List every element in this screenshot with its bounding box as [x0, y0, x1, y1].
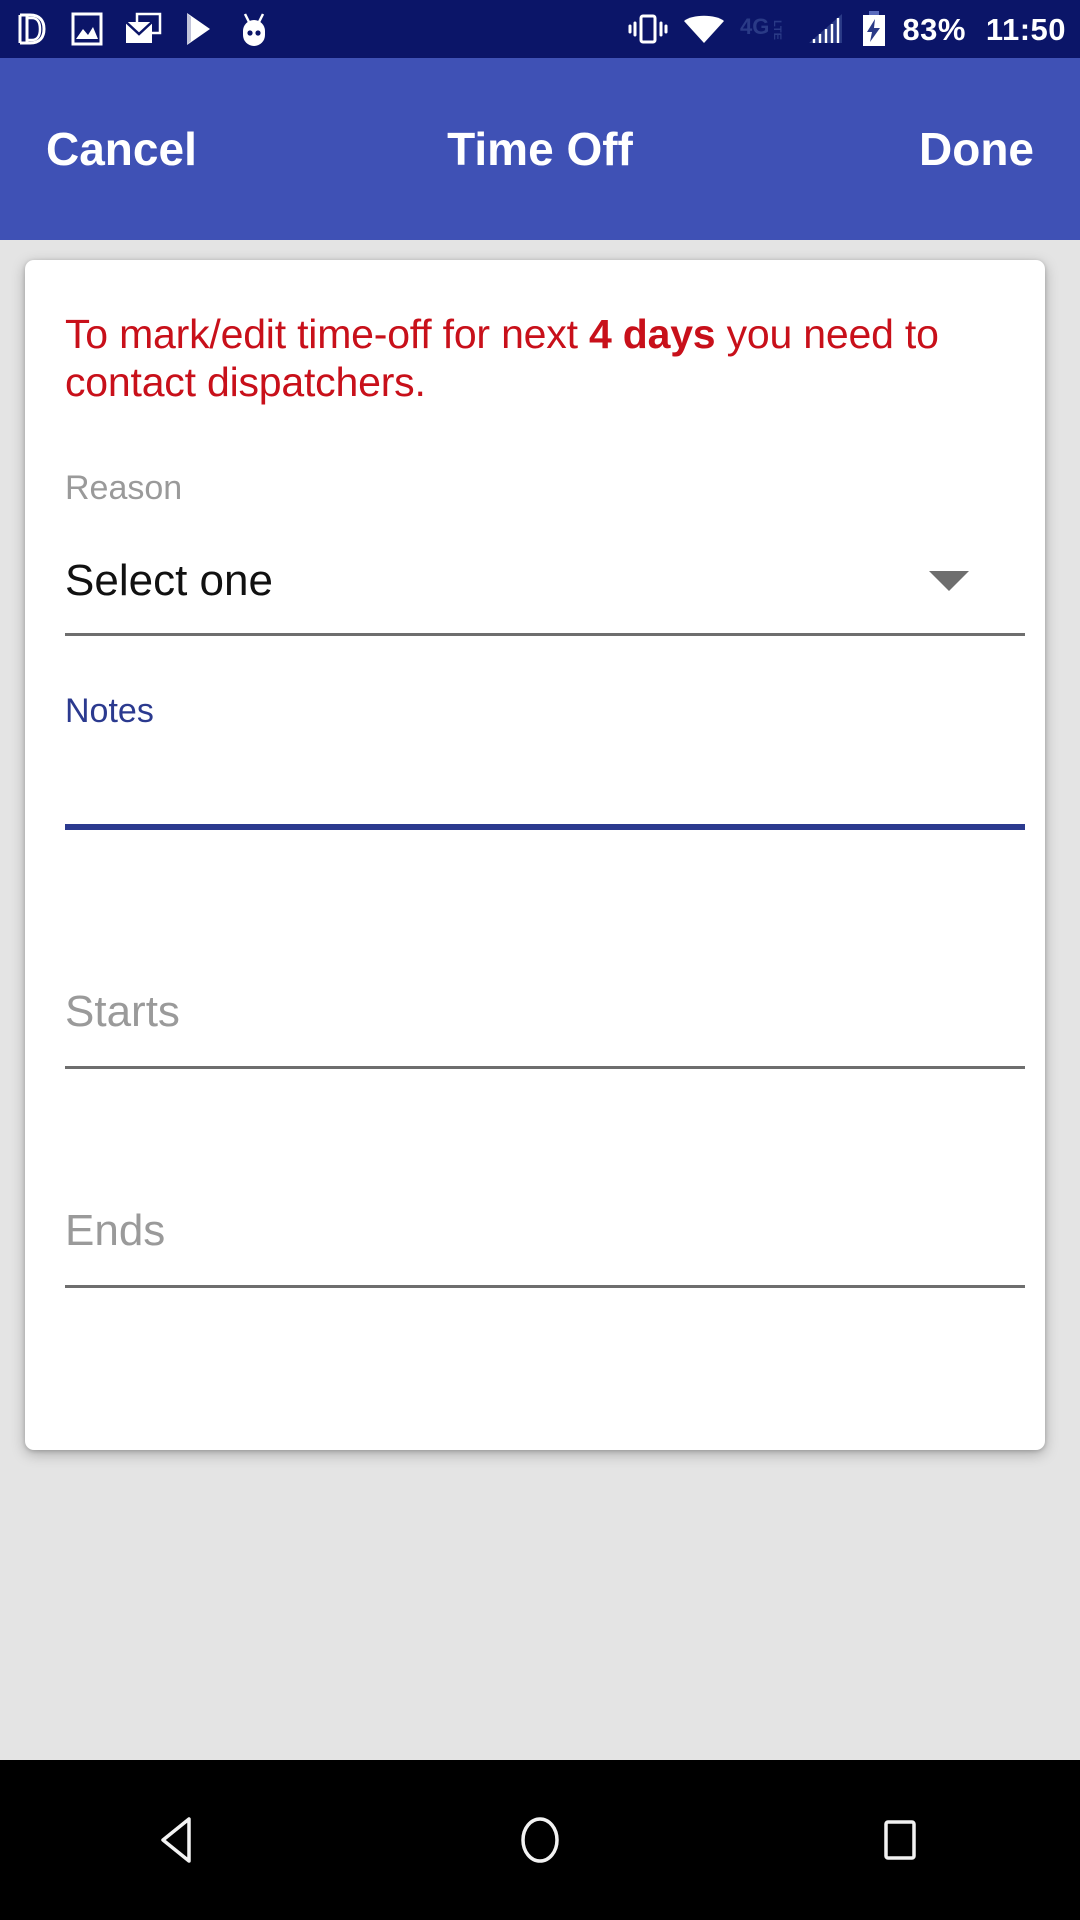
mail-icon	[124, 12, 162, 46]
ends-placeholder[interactable]: Ends	[65, 1208, 1005, 1253]
cancel-button[interactable]: Cancel	[46, 126, 197, 172]
warning-prefix: To mark/edit time-off for next	[65, 311, 589, 357]
svg-text:4G: 4G	[740, 14, 769, 39]
dd-logo-icon	[14, 11, 50, 47]
clock-label: 11:50	[985, 11, 1066, 47]
vibrate-icon	[628, 12, 668, 46]
battery-charging-icon	[860, 10, 888, 48]
app-bar: Cancel Time Off Done	[0, 58, 1080, 240]
notes-field[interactable]: Notes	[65, 691, 1025, 830]
reason-label: Reason	[65, 468, 183, 507]
network-4glte-icon: 4G LTE	[740, 12, 792, 46]
android-face-icon	[236, 10, 272, 48]
back-triangle-icon	[161, 1817, 191, 1863]
starts-placeholder[interactable]: Starts	[65, 989, 1005, 1034]
nav-back-button[interactable]	[90, 1760, 270, 1920]
wifi-icon	[682, 12, 726, 46]
status-bar: 4G LTE 83% 11:50	[0, 0, 1080, 58]
reason-field[interactable]: Reason Select one	[65, 468, 1025, 636]
warning-emphasis: 4 days	[588, 311, 716, 357]
status-bar-left-icons	[14, 10, 272, 48]
notes-label: Notes	[65, 691, 154, 730]
status-bar-right-icons: 4G LTE 83% 11:50	[628, 10, 1066, 48]
android-nav-bar	[0, 1760, 1080, 1920]
signal-bars-icon	[806, 12, 846, 46]
play-store-icon	[182, 11, 216, 47]
dispatcher-warning-text: To mark/edit time-off for next 4 days yo…	[65, 260, 1005, 407]
nav-recents-button[interactable]	[810, 1760, 990, 1920]
starts-field[interactable]: Starts	[65, 989, 1025, 1069]
notes-input[interactable]	[65, 728, 1005, 824]
photo-icon	[70, 11, 104, 47]
reason-select[interactable]: Select one	[65, 553, 1005, 609]
reason-selected-value: Select one	[65, 555, 273, 605]
time-off-form-card: To mark/edit time-off for next 4 days yo…	[25, 260, 1045, 1450]
chevron-down-icon[interactable]	[929, 570, 969, 591]
nav-home-button[interactable]	[450, 1760, 630, 1920]
svg-text:LTE: LTE	[771, 20, 783, 40]
notes-underline	[65, 823, 1025, 830]
home-circle-icon	[521, 1817, 559, 1863]
ends-underline	[65, 1284, 1025, 1288]
recents-square-icon	[884, 1820, 916, 1860]
done-button[interactable]: Done	[919, 126, 1034, 172]
battery-percent-label: 83%	[902, 11, 966, 47]
starts-underline	[65, 1065, 1025, 1069]
reason-underline	[65, 632, 1025, 636]
ends-field[interactable]: Ends	[65, 1208, 1025, 1288]
